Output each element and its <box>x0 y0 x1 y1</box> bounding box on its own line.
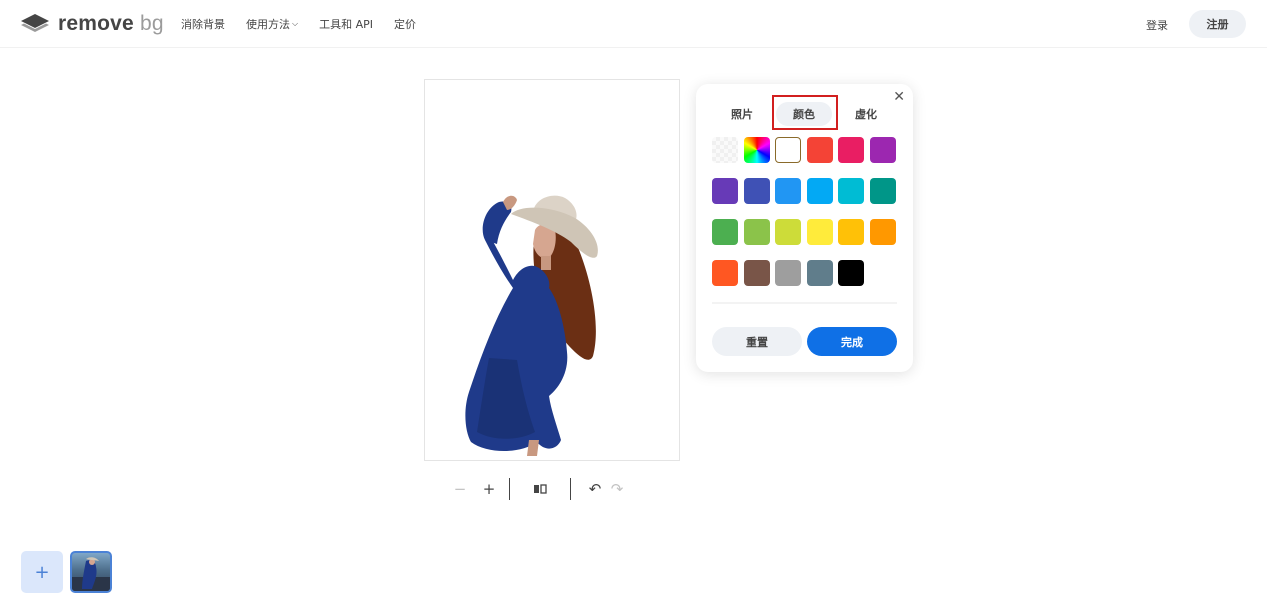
swatch-color[interactable] <box>870 137 896 163</box>
swatch-color[interactable] <box>806 178 833 204</box>
swatch-color[interactable] <box>712 178 738 204</box>
undo-icon[interactable]: ↶ <box>585 479 605 499</box>
main-nav: 消除背景 使用方法 ⌵ 工具和 API 定价 <box>181 0 437 48</box>
zoom-out-icon[interactable]: − <box>450 479 470 499</box>
swatch-color[interactable] <box>870 178 896 204</box>
tab-color[interactable]: 颜色 <box>776 102 832 126</box>
swatch-transparent[interactable] <box>712 137 738 163</box>
signup-button[interactable]: 注册 <box>1189 10 1246 38</box>
nav-remove-background[interactable]: 消除背景 <box>181 16 225 32</box>
swatch-color[interactable] <box>838 137 865 163</box>
popup-tabs: 照片 颜色 虚化 <box>696 102 913 126</box>
swatch-color[interactable] <box>775 137 802 163</box>
logo-text: remove bg <box>58 12 164 35</box>
swatch-color[interactable] <box>712 260 738 286</box>
background-color-popup: ✕ 照片 颜色 虚化 重置 完成 <box>696 84 913 372</box>
swatch-color[interactable] <box>712 219 738 245</box>
reset-button[interactable]: 重置 <box>712 327 802 356</box>
add-image-button[interactable]: + <box>21 551 63 593</box>
thumbnail-image <box>72 557 110 591</box>
header: remove bg 消除背景 使用方法 ⌵ 工具和 API 定价 登录 注册 <box>0 0 1267 48</box>
swatch-custom-color[interactable] <box>743 137 770 163</box>
swatch-color[interactable] <box>743 219 770 245</box>
swatch-color[interactable] <box>870 219 896 245</box>
logo-layers-icon <box>21 14 49 32</box>
nav-pricing[interactable]: 定价 <box>394 16 416 32</box>
subject-image <box>465 195 598 456</box>
image-thumbnail[interactable] <box>70 551 112 593</box>
swatch-color[interactable] <box>838 260 865 286</box>
swatch-color[interactable] <box>775 260 802 286</box>
chevron-down-icon: ⌵ <box>292 19 299 28</box>
swatch-color[interactable] <box>838 178 865 204</box>
popup-divider <box>712 302 897 304</box>
nav-how-to-use[interactable]: 使用方法 ⌵ <box>246 16 298 32</box>
swatch-color[interactable] <box>743 260 770 286</box>
compare-icon[interactable] <box>530 479 550 499</box>
swatch-color[interactable] <box>806 260 833 286</box>
toolbar-divider <box>509 478 510 500</box>
toolbar-divider <box>570 478 571 500</box>
tab-photo[interactable]: 照片 <box>714 102 770 126</box>
swatch-color[interactable] <box>775 219 802 245</box>
swatch-color[interactable] <box>775 178 802 204</box>
done-button[interactable]: 完成 <box>807 327 897 356</box>
swatch-color[interactable] <box>838 219 865 245</box>
zoom-in-icon[interactable]: + <box>479 479 499 499</box>
redo-icon[interactable]: ↷ <box>607 479 627 499</box>
tab-blur[interactable]: 虚化 <box>838 102 894 126</box>
image-canvas[interactable] <box>424 79 680 461</box>
swatch-color[interactable] <box>806 137 833 163</box>
logo[interactable]: remove bg <box>20 12 164 36</box>
nav-tools-api[interactable]: 工具和 API <box>319 16 373 32</box>
login-link[interactable]: 登录 <box>1146 17 1168 33</box>
swatch-color[interactable] <box>743 178 770 204</box>
canvas-toolbar: − + ↶ ↷ <box>450 478 627 500</box>
swatch-color[interactable] <box>806 219 833 245</box>
